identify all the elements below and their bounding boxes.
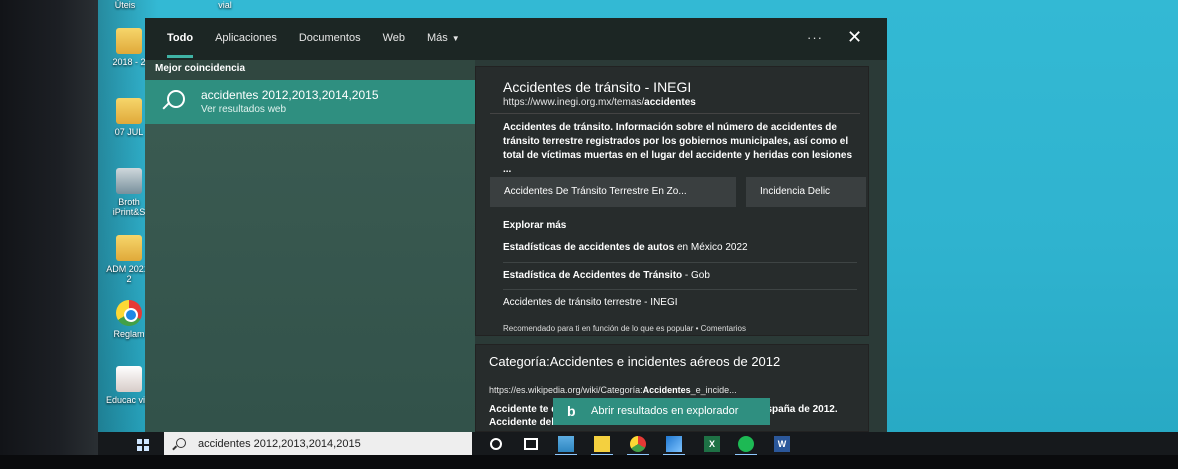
open-in-browser-button[interactable]: b Abrir resultados en explorador <box>553 398 770 425</box>
tab-mas[interactable]: Más ▼ <box>427 18 460 60</box>
search-icon <box>176 438 186 448</box>
taskbar-search-input[interactable] <box>198 434 468 454</box>
best-match-title: accidentes 2012,2013,2014,2015 <box>201 88 379 102</box>
best-match-heading: Mejor coincidencia <box>155 63 246 74</box>
preview-pane: Accidentes de tránsito - INEGI https://w… <box>475 60 887 432</box>
tab-todo[interactable]: Todo <box>167 18 194 60</box>
desktop-icon-top-partial[interactable]: Úteis <box>100 0 150 10</box>
explore-more-heading: Explorar más <box>503 220 567 231</box>
document-icon <box>116 366 142 392</box>
chrome-icon[interactable] <box>630 436 646 452</box>
desktop-icon-label: 2018 - 2 <box>112 57 146 67</box>
more-options-button[interactable]: ··· <box>807 30 823 45</box>
open-in-browser-label: Abrir resultados en explorador <box>591 405 739 417</box>
desktop-icon-label: Broth iPrint&S <box>112 197 146 217</box>
tab-web[interactable]: Web <box>383 18 405 60</box>
caret-down-icon: ▼ <box>451 34 460 43</box>
printer-icon <box>116 168 142 194</box>
url-highlight: Accidentes <box>642 385 691 395</box>
web-result-url[interactable]: https://www.inegi.org.mx/temas/accidente… <box>503 97 696 108</box>
word-icon[interactable]: W <box>774 436 790 452</box>
taskbar-search-box[interactable] <box>164 432 472 456</box>
photos-icon[interactable] <box>666 436 682 452</box>
folder-icon <box>116 28 142 54</box>
tab-aplicaciones[interactable]: Aplicaciones <box>215 18 277 60</box>
divider <box>503 262 857 263</box>
cortana-icon[interactable] <box>490 438 502 450</box>
monitor-bezel-bottom <box>0 455 1178 469</box>
search-tabs-bar: Todo Aplicaciones Documentos Web Más ▼ ··… <box>145 18 887 60</box>
related-chip-2[interactable]: Incidencia Delic <box>746 177 866 207</box>
windows-start-icon[interactable] <box>137 439 149 451</box>
recommendation-footer[interactable]: Recomendado para ti en función de lo que… <box>503 324 746 333</box>
link-rest: Accidentes de tránsito terrestre - INEGI <box>503 297 678 308</box>
link-bold: Estadísticas de accidentes de autos <box>503 242 675 253</box>
explore-link-3[interactable]: Accidentes de tránsito terrestre - INEGI <box>503 297 678 308</box>
tab-documentos[interactable]: Documentos <box>299 18 361 60</box>
sticky-notes-icon[interactable] <box>594 436 610 452</box>
url-highlight: accidentes <box>644 97 696 108</box>
spotify-icon[interactable] <box>738 436 754 452</box>
best-match-subtitle: Ver resultados web <box>201 104 287 115</box>
search-icon <box>167 90 185 108</box>
related-chip-1[interactable]: Accidentes De Tránsito Terrestre En Zo..… <box>490 177 736 207</box>
desktop-icon-label: vial <box>218 0 232 10</box>
chrome-icon <box>116 300 142 326</box>
folder-icon <box>116 98 142 124</box>
desktop-icon-label: Úteis <box>114 0 136 10</box>
document-icon <box>116 235 142 261</box>
taskbar: X W <box>98 432 1178 456</box>
results-list-empty <box>145 124 475 432</box>
url-prefix: https://es.wikipedia.org/wiki/Categoría: <box>489 385 643 395</box>
divider <box>490 113 860 114</box>
close-button[interactable]: ✕ <box>847 27 862 48</box>
tab-label: Aplicaciones <box>215 32 277 44</box>
search-panel: Todo Aplicaciones Documentos Web Más ▼ ··… <box>145 18 887 432</box>
tab-label: Web <box>382 32 406 44</box>
web-result-title[interactable]: Accidentes de tránsito - INEGI <box>503 79 691 95</box>
web-result-card: Accidentes de tránsito - INEGI https://w… <box>475 66 869 336</box>
link-bold: Estadística de Accidentes de Tránsito <box>503 270 683 281</box>
tab-label: Documentos <box>298 32 361 44</box>
web-result-description: Accidentes de tránsito. Información sobr… <box>503 122 853 175</box>
tab-label: Más <box>427 32 448 44</box>
link-rest: en México 2022 <box>674 242 748 253</box>
explore-link-1[interactable]: Estadísticas de accidentes de autos en M… <box>503 242 748 253</box>
desktop-icon-label: Reglam <box>113 329 145 339</box>
url-prefix: https://www.inegi.org.mx/temas/ <box>503 97 645 108</box>
file-explorer-icon[interactable] <box>558 436 574 452</box>
desktop-icon-label: 07 JUL <box>114 127 144 137</box>
wiki-result-url[interactable]: https://es.wikipedia.org/wiki/Categoría:… <box>489 385 737 395</box>
monitor-bezel <box>0 0 98 469</box>
results-list: Mejor coincidencia accidentes 2012,2013,… <box>145 60 475 432</box>
tab-label: Todo <box>167 32 194 44</box>
wiki-result-title[interactable]: Categoría:Accidentes e incidentes aéreos… <box>489 355 819 369</box>
task-view-icon[interactable] <box>524 438 538 450</box>
excel-icon[interactable]: X <box>704 436 720 452</box>
divider <box>503 289 857 290</box>
url-suffix: _e_incide... <box>690 385 737 395</box>
best-match-item[interactable]: accidentes 2012,2013,2014,2015 Ver resul… <box>145 80 475 124</box>
desktop-icon-top-partial-2[interactable]: vial <box>200 0 250 10</box>
explore-link-2[interactable]: Estadística de Accidentes de Tránsito - … <box>503 270 710 281</box>
bing-icon: b <box>567 403 576 419</box>
link-rest: - Gob <box>682 270 710 281</box>
